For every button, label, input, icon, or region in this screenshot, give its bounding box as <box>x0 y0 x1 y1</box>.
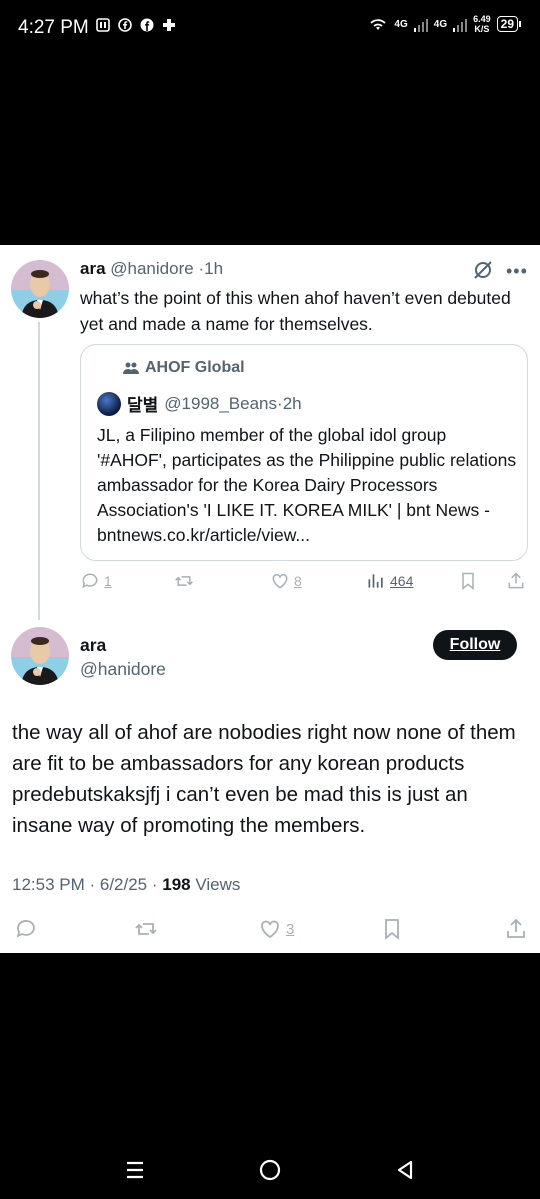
community-icon <box>123 362 139 374</box>
wifi-icon <box>370 19 387 30</box>
views-icon <box>368 574 383 588</box>
tweet-text: the way all of ahof are nobodies right n… <box>12 721 516 837</box>
reply-button[interactable] <box>14 917 38 941</box>
app-notification-icon <box>96 18 110 32</box>
reply-icon <box>82 573 98 589</box>
share-icon <box>507 918 525 938</box>
grok-icon[interactable] <box>472 259 494 281</box>
avatar[interactable] <box>11 260 69 318</box>
bookmark-button[interactable] <box>380 917 404 941</box>
status-bar: 4:27 PM 4G 4G 6.49 K/S 29 <box>0 0 540 56</box>
bookmark-icon <box>385 919 399 940</box>
recents-button[interactable] <box>120 1155 150 1185</box>
quoted-avatar <box>97 391 121 416</box>
views-label: Views <box>195 875 241 894</box>
system-nav-bar <box>0 1145 540 1191</box>
home-button[interactable] <box>255 1155 285 1185</box>
quoted-text: JL, a Filipino member of the global idol… <box>97 425 517 545</box>
signal-icon <box>413 16 428 32</box>
quoted-author: 달별 @1998_Beans · 2h <box>97 391 302 416</box>
author-name[interactable]: ara <box>80 259 106 278</box>
repost-button[interactable] <box>174 571 194 591</box>
tweet-time[interactable]: 1h <box>204 259 223 278</box>
facebook-icon <box>118 18 132 32</box>
share-button[interactable] <box>506 571 526 591</box>
status-time: 4:27 PM <box>18 17 89 38</box>
views-button[interactable]: 464 <box>366 571 413 591</box>
tweet-text: what’s the point of this when ahof haven… <box>80 288 511 334</box>
author-handle[interactable]: @hanidore <box>80 659 166 680</box>
repost-button[interactable] <box>134 917 158 941</box>
tweet-timestamp[interactable]: 12:53 PM · 6/2/25 · <box>12 875 158 894</box>
plus-app-icon <box>163 19 175 31</box>
share-icon <box>508 572 524 589</box>
share-button[interactable] <box>504 917 528 941</box>
tweet-screenshot: ara @hanidore ·1h ••• what’s the point o… <box>0 245 540 953</box>
battery-icon: 29 <box>496 16 522 32</box>
facebook-icon <box>140 18 154 32</box>
follow-button[interactable]: Follow <box>433 630 517 660</box>
network-speed: 6.49 K/S <box>473 14 491 34</box>
views-count: 464 <box>390 573 414 589</box>
more-icon[interactable]: ••• <box>506 261 528 282</box>
recents-icon <box>127 1161 143 1179</box>
like-icon <box>272 573 288 589</box>
quoted-author-name: 달별 <box>127 396 159 415</box>
views-count: 198 <box>162 875 191 894</box>
author-handle[interactable]: @hanidore <box>110 259 193 278</box>
network-label: 4G <box>394 18 408 30</box>
back-button[interactable] <box>390 1155 420 1185</box>
bookmark-icon <box>462 572 474 591</box>
repost-icon <box>135 923 157 935</box>
system-indicators: 4G 4G 6.49 K/S 29 <box>368 14 522 34</box>
notification-icons <box>96 18 176 32</box>
signal-icon <box>453 16 468 32</box>
avatar[interactable] <box>11 627 69 685</box>
back-icon <box>397 1160 413 1180</box>
tweet-actions: 3 <box>0 917 540 943</box>
like-button[interactable]: 8 <box>270 571 302 591</box>
network-label: 4G <box>433 18 448 30</box>
bookmark-button[interactable] <box>458 571 478 591</box>
quoted-time: 2h <box>282 393 302 413</box>
tweet-header: ara @hanidore ·1h <box>80 259 223 279</box>
quoted-tweet[interactable]: AHOF Global 달별 @1998_Beans · 2h JL, a Fili… <box>80 344 528 561</box>
home-icon <box>259 1159 281 1181</box>
like-count: 8 <box>294 573 302 589</box>
avatar-image <box>11 260 69 318</box>
reply-count: 1 <box>104 573 112 589</box>
reply-button[interactable]: 1 <box>80 571 112 591</box>
reply-icon <box>16 920 35 938</box>
community-label[interactable]: AHOF Global <box>123 359 245 377</box>
like-icon <box>261 920 279 939</box>
quoted-author-handle: @1998_Beans <box>164 393 278 413</box>
author-name[interactable]: ara <box>80 635 106 656</box>
tweet-meta: 12:53 PM · 6/2/25 · 198 Views <box>12 875 240 895</box>
avatar-image <box>11 627 69 685</box>
tweet-actions: 1 8 464 <box>80 571 526 595</box>
thread-line <box>38 322 40 620</box>
repost-icon <box>175 576 193 586</box>
like-button[interactable]: 3 <box>258 917 294 941</box>
community-name: AHOF Global <box>145 359 245 376</box>
like-count: 3 <box>286 920 295 938</box>
